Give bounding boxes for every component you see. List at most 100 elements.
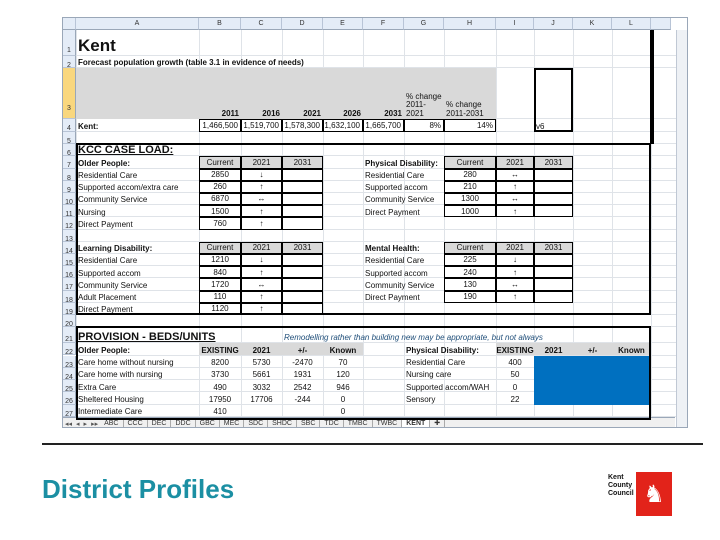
sheet-tab-tdc[interactable]: TDC — [320, 418, 344, 427]
cell-b24[interactable]: 3730 — [199, 368, 241, 380]
row-header[interactable]: 13 — [63, 229, 76, 243]
column-header-f[interactable]: F — [363, 18, 404, 30]
cell-f14[interactable]: Mental Health: — [363, 242, 676, 254]
cell-e24[interactable]: 120 — [323, 368, 363, 380]
sheet-tab-shdc[interactable]: SHDC — [268, 418, 297, 427]
cell-a2[interactable]: Forecast population growth (table 3.1 in… — [76, 56, 676, 68]
tab-scroll-arrow-icon[interactable]: ▸▸ — [89, 420, 100, 428]
tab-scroll-arrow-icon[interactable]: ◂◂ — [63, 420, 74, 428]
row-header[interactable]: 24 — [63, 367, 76, 381]
column-header-l[interactable]: L — [612, 18, 651, 30]
cell-c3[interactable]: 2016 — [241, 68, 282, 119]
row-header[interactable]: 25 — [63, 380, 76, 393]
cell-d25[interactable]: 2542 — [282, 380, 323, 392]
cell-g22[interactable]: Physical Disability: — [404, 343, 676, 355]
cell-a3[interactable] — [76, 68, 199, 119]
column-header-b[interactable]: B — [199, 18, 241, 30]
row-header[interactable]: 27 — [63, 404, 76, 418]
sheet-tab-sdc[interactable]: SDC — [244, 418, 269, 427]
cell-b26[interactable]: 17950 — [199, 392, 241, 404]
cell-c24[interactable]: 5661 — [241, 368, 282, 380]
cell-d24[interactable]: 1931 — [282, 368, 323, 380]
spreadsheet[interactable]: A B C D E F G H I J K L 1 Kent 2 Forecast population gr… — [62, 17, 688, 428]
row-header[interactable]: 5 — [63, 132, 76, 145]
cell-d27[interactable] — [282, 405, 323, 417]
cell-a27[interactable]: Intermediate Care — [76, 405, 676, 417]
cell-e26[interactable]: 0 — [323, 392, 363, 404]
cell-b3[interactable]: 2011 — [199, 68, 241, 119]
tab-scroll-arrow-icon[interactable]: ▸ — [82, 420, 90, 428]
cell-c27[interactable] — [241, 405, 282, 417]
cell-f8[interactable]: Residential Care — [363, 169, 676, 181]
tab-scroll-arrow-icon[interactable]: ◂ — [74, 420, 82, 428]
cell-e23[interactable]: 70 — [323, 356, 363, 368]
cell-c26[interactable]: 17706 — [241, 392, 282, 404]
cell-i24[interactable]: 50 — [496, 368, 534, 380]
vertical-scrollbar[interactable] — [676, 30, 687, 427]
cell-f18[interactable]: Direct Payment — [363, 291, 676, 303]
cell-b23[interactable]: 8200 — [199, 356, 241, 368]
cell-e25[interactable]: 946 — [323, 380, 363, 392]
sheet-tab-dec[interactable]: DEC — [148, 418, 172, 427]
cell-f17[interactable]: Community Service — [363, 278, 676, 290]
row-header[interactable]: 16 — [63, 266, 76, 279]
row-header[interactable]: 22 — [63, 343, 76, 356]
column-header-k[interactable]: K — [573, 18, 612, 30]
cell-f15[interactable]: Residential Care — [363, 254, 676, 266]
row-header[interactable]: 1 — [63, 30, 76, 56]
column-header-i[interactable]: I — [496, 18, 534, 30]
cell-d3[interactable]: 2021 — [282, 68, 323, 119]
cell-f10[interactable]: Community Service — [363, 193, 676, 205]
cell-c23[interactable]: 5730 — [241, 356, 282, 368]
sheet-tab-sbc[interactable]: SBC — [297, 418, 321, 427]
cell-d26[interactable]: -244 — [282, 392, 323, 404]
row-header[interactable]: 2 — [63, 56, 76, 69]
cell-g3[interactable]: % change 2011-2021 — [404, 68, 444, 119]
row-header[interactable]: 12 — [63, 217, 76, 230]
cell-i25[interactable]: 0 — [496, 380, 534, 392]
column-header-h[interactable]: H — [444, 18, 496, 30]
row-header[interactable]: 9 — [63, 180, 76, 194]
cell-f9[interactable]: Supported accom — [363, 181, 676, 193]
cell-b27[interactable]: 410 — [199, 405, 241, 417]
cell-g23[interactable]: Residential Care — [404, 356, 676, 368]
column-header-j[interactable]: J — [534, 18, 573, 30]
row-header[interactable]: 6 — [63, 144, 76, 157]
row-header[interactable]: 20 — [63, 315, 76, 328]
cell-f12[interactable] — [363, 217, 404, 229]
cell-j4[interactable]: v6 — [534, 119, 676, 132]
insert-sheet-icon[interactable]: ✚ — [430, 418, 446, 427]
cell-a6[interactable]: KCC CASE LOAD: — [76, 144, 676, 156]
row-header[interactable]: 18 — [63, 290, 76, 304]
row-header[interactable]: 8 — [63, 168, 76, 182]
cell-e3[interactable]: 2026 — [323, 68, 363, 119]
cell-b25[interactable]: 490 — [199, 380, 241, 392]
row-header[interactable]: 4 — [63, 119, 76, 132]
row-header[interactable]: 26 — [63, 392, 76, 405]
cell-f16[interactable]: Supported accom — [363, 266, 676, 278]
select-all-corner[interactable] — [63, 18, 76, 30]
row-header[interactable]: 10 — [63, 193, 76, 206]
row-header[interactable]: 15 — [63, 254, 76, 267]
cell-h3[interactable]: % change 2011-2031 — [444, 68, 496, 119]
cell-f3[interactable]: 2031 — [363, 68, 404, 119]
row-header[interactable]: 21 — [63, 327, 76, 344]
row-header[interactable]: 14 — [63, 241, 76, 255]
cell-e27[interactable]: 0 — [323, 405, 363, 417]
cell-i23[interactable]: 400 — [496, 356, 534, 368]
row-header[interactable]: 7 — [63, 156, 76, 169]
sheet-tab-twbc[interactable]: TWBC — [373, 418, 403, 427]
row-header[interactable]: 17 — [63, 278, 76, 291]
cell-i26[interactable]: 22 — [496, 392, 534, 404]
cell-g24[interactable]: Nursing care — [404, 368, 676, 380]
cell-f19[interactable] — [363, 303, 404, 315]
cell-d21[interactable]: Remodelling rather than building new may… — [282, 327, 676, 343]
row-header[interactable]: 23 — [63, 355, 76, 369]
cell-g26[interactable]: Sensory — [404, 392, 676, 404]
sheet-tab-kent[interactable]: KENT — [402, 418, 431, 427]
sheet-tab-ddc[interactable]: DDC — [171, 418, 196, 427]
row-header[interactable]: 11 — [63, 205, 76, 218]
cell-g27[interactable] — [404, 405, 444, 417]
sheet-tab-mec[interactable]: MEC — [220, 418, 245, 427]
column-header-a[interactable]: A — [76, 18, 199, 30]
